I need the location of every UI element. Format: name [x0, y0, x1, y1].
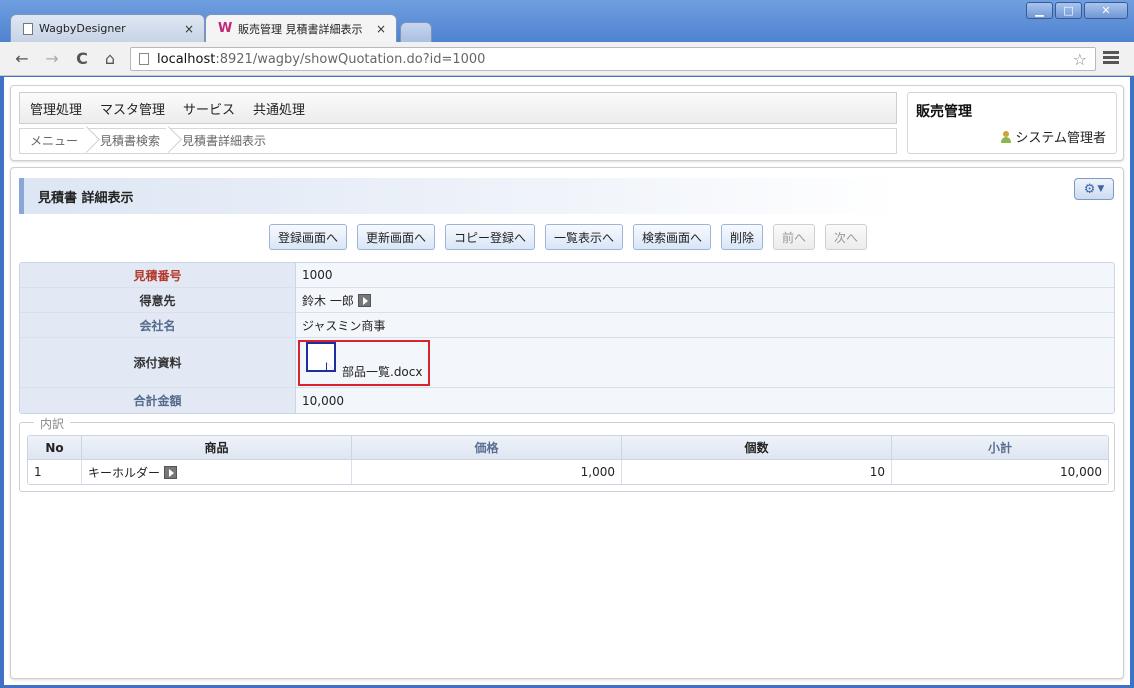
breakdown-legend: 内訳 [34, 415, 71, 432]
col-header-qty: 個数 [622, 436, 892, 460]
col-header-subtotal[interactable]: 小計 [892, 436, 1108, 460]
url-path: :8921/wagby/showQuotation.do?id=1000 [215, 51, 486, 67]
quotation-detail-table: 見積番号 1000 得意先 鈴木 一郎 会社名 ジャスミン商事 添付資料 部品一… [19, 262, 1115, 414]
content-panel: 見積書 詳細表示 ⚙ ▼ 登録画面へ 更新画面へ コピー登録へ 一覧表示へ 検索… [10, 167, 1124, 679]
breakdown-table: No 商品 価格 個数 小計 1 キーホルダー 1,000 10 10,000 [27, 435, 1109, 485]
attachment-value: 部品一覧.docx [296, 338, 1114, 388]
total-value: 10,000 [296, 388, 1114, 413]
tab-quotation-detail[interactable]: W 販売管理 見積書詳細表示 × [205, 14, 397, 42]
caret-down-icon: ▼ [1097, 184, 1105, 194]
page-icon [139, 53, 149, 65]
row-price: 1,000 [352, 460, 622, 484]
maximize-button[interactable]: □ [1055, 2, 1082, 19]
company-label: 会社名 [20, 313, 296, 338]
menu-item-admin[interactable]: 管理処理 [30, 99, 82, 118]
col-header-price[interactable]: 価格 [352, 436, 622, 460]
menu-item-master[interactable]: マスタ管理 [100, 99, 165, 118]
col-header-no: No [28, 436, 82, 460]
main-menu: 管理処理 マスタ管理 サービス 共通処理 [19, 92, 897, 124]
minimize-button[interactable]: ▁ [1026, 2, 1053, 19]
browser-titlebar: WagbyDesigner × W 販売管理 見積書詳細表示 × ▁ □ ✕ [0, 0, 1134, 42]
app-title: 販売管理 [916, 104, 972, 120]
company-value: ジャスミン商事 [296, 313, 1114, 338]
url-host: localhost [157, 51, 216, 67]
browser-toolbar: ← → C ⌂ localhost:8921/wagby/showQuotati… [0, 42, 1134, 76]
breadcrumb: メニュー 見積書検索 見積書詳細表示 [19, 128, 897, 154]
browser-menu-icon[interactable] [1103, 51, 1119, 67]
app-header: 管理処理 マスタ管理 サービス 共通処理 メニュー 見積書検索 見積書詳細表示 … [10, 85, 1124, 161]
attachment-link[interactable]: 部品一覧.docx [342, 363, 422, 380]
customer-label: 得意先 [20, 288, 296, 313]
copy-register-button[interactable]: コピー登録へ [444, 224, 535, 250]
gear-icon: ⚙ [1083, 181, 1096, 197]
detail-row-attachment: 添付資料 部品一覧.docx [20, 338, 1114, 388]
page-icon [23, 22, 33, 35]
tab-label: 販売管理 見積書詳細表示 [238, 22, 363, 36]
quote-no-value: 1000 [296, 263, 1114, 288]
next-button[interactable]: 次へ [825, 224, 868, 250]
app-info-box: 販売管理 システム管理者 [907, 92, 1117, 154]
window-controls: ▁ □ ✕ [1026, 2, 1128, 19]
page-title: 見積書 詳細表示 [19, 178, 899, 214]
row-product: キーホルダー [82, 460, 352, 484]
forward-icon[interactable]: → [42, 49, 62, 69]
list-view-button[interactable]: 一覧表示へ [544, 224, 623, 250]
tab-wagbydesigner[interactable]: WagbyDesigner × [10, 14, 205, 42]
close-window-button[interactable]: ✕ [1084, 2, 1128, 19]
delete-button[interactable]: 削除 [721, 224, 764, 250]
page-content: 管理処理 マスタ管理 サービス 共通処理 メニュー 見積書検索 見積書詳細表示 … [4, 77, 1130, 685]
tab-label: WagbyDesigner [39, 22, 126, 35]
user-icon [1001, 130, 1012, 143]
product-name: キーホルダー [88, 465, 161, 480]
table-header-row: No 商品 価格 個数 小計 [28, 436, 1108, 460]
breadcrumb-menu[interactable]: メニュー [20, 128, 90, 154]
home-icon[interactable]: ⌂ [100, 49, 120, 69]
detail-row-customer: 得意先 鈴木 一郎 [20, 288, 1114, 313]
table-row: 1 キーホルダー 1,000 10 10,000 [28, 460, 1108, 484]
close-icon[interactable]: × [184, 22, 194, 36]
detail-row-total: 合計金額 10,000 [20, 388, 1114, 413]
menu-item-common[interactable]: 共通処理 [253, 99, 305, 118]
detail-row-company: 会社名 ジャスミン商事 [20, 313, 1114, 338]
open-reference-icon[interactable] [164, 465, 178, 479]
col-header-product: 商品 [82, 436, 352, 460]
user-name: システム管理者 [1015, 131, 1106, 146]
wagby-logo-icon: W [218, 20, 233, 36]
prev-button[interactable]: 前へ [773, 224, 816, 250]
update-screen-button[interactable]: 更新画面へ [356, 224, 435, 250]
reload-icon[interactable]: C [72, 49, 92, 69]
bookmark-star-icon[interactable]: ☆ [1073, 50, 1087, 69]
address-bar[interactable]: localhost:8921/wagby/showQuotation.do?id… [130, 47, 1096, 71]
row-subtotal: 10,000 [892, 460, 1108, 484]
customer-value: 鈴木 一郎 [296, 288, 1114, 313]
row-qty: 10 [622, 460, 892, 484]
breadcrumb-current: 見積書詳細表示 [182, 134, 267, 148]
attachment-label: 添付資料 [20, 338, 296, 388]
breadcrumb-quotation-search[interactable]: 見積書検索 [90, 128, 172, 154]
menu-item-service[interactable]: サービス [183, 99, 235, 118]
row-no: 1 [28, 460, 82, 484]
new-tab-button[interactable] [400, 22, 432, 42]
file-icon[interactable] [306, 341, 336, 372]
back-icon[interactable]: ← [12, 49, 32, 69]
open-reference-icon[interactable] [357, 293, 371, 307]
total-label: 合計金額 [20, 388, 296, 413]
search-screen-button[interactable]: 検索画面へ [633, 224, 712, 250]
breakdown-fieldset: 内訳 No 商品 価格 個数 小計 1 キーホルダー 1,000 10 10,0… [19, 415, 1115, 492]
action-buttons: 登録画面へ 更新画面へ コピー登録へ 一覧表示へ 検索画面へ 削除 前へ 次へ [11, 224, 1125, 252]
close-icon[interactable]: × [376, 22, 386, 36]
customer-name: 鈴木 一郎 [302, 293, 354, 308]
attachment-highlight: 部品一覧.docx [298, 339, 431, 386]
current-user[interactable]: システム管理者 [1001, 127, 1106, 146]
quote-no-label: 見積番号 [20, 263, 296, 288]
register-screen-button[interactable]: 登録画面へ [268, 224, 347, 250]
detail-row-quote-no: 見積番号 1000 [20, 263, 1114, 288]
settings-dropdown-button[interactable]: ⚙ ▼ [1074, 178, 1114, 200]
